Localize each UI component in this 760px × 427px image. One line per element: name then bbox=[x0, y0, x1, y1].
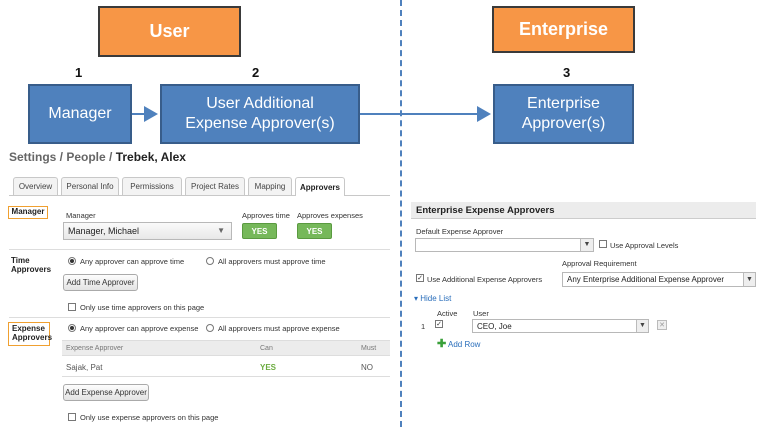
hide-list-link[interactable]: ▾ Hide List bbox=[414, 294, 451, 303]
add-expense-approver-button[interactable]: Add Expense Approver bbox=[63, 384, 149, 401]
use-additional-approvers-checkbox[interactable]: ✓ bbox=[416, 274, 424, 282]
expense-any-radio[interactable] bbox=[68, 324, 76, 332]
row-index: 1 bbox=[421, 322, 426, 331]
approver-name: Sajak, Pat bbox=[66, 363, 103, 372]
approval-requirement-select[interactable]: Any Enterprise Additional Expense Approv… bbox=[562, 272, 756, 287]
add-time-approver-button[interactable]: Add Time Approver bbox=[63, 274, 138, 291]
approves-expenses-label: Approves expenses bbox=[297, 211, 363, 220]
only-time-approvers-checkbox[interactable] bbox=[68, 303, 76, 311]
delete-row-icon[interactable]: ✕ bbox=[657, 320, 667, 330]
add-row-link[interactable]: ✚ Add Row bbox=[437, 337, 480, 350]
use-approval-levels-checkbox[interactable] bbox=[599, 240, 607, 248]
time-approvers-label: Time Approvers bbox=[11, 256, 52, 274]
divider bbox=[9, 317, 390, 318]
manager-field-label: Manager bbox=[66, 211, 96, 220]
manager-section-label: Manager bbox=[8, 206, 48, 219]
caret-down-icon: ▾ bbox=[414, 294, 419, 303]
chevron-down-icon: ▼ bbox=[636, 320, 648, 332]
chevron-down-icon: ▼ bbox=[580, 239, 593, 251]
use-approval-levels-label: Use Approval Levels bbox=[610, 241, 679, 250]
table-row[interactable]: Sajak, Pat YES NO bbox=[62, 357, 390, 377]
approves-expenses-toggle[interactable]: YES bbox=[297, 223, 332, 239]
can-value: YES bbox=[260, 363, 277, 372]
expense-all-label: All approvers must approve expense bbox=[218, 324, 340, 333]
time-any-label: Any approver can approve time bbox=[80, 257, 185, 266]
plus-icon: ✚ bbox=[437, 338, 447, 350]
expense-approvers-section-label: Expense Approvers bbox=[8, 322, 52, 346]
divider bbox=[9, 249, 390, 250]
only-expense-approvers-checkbox[interactable] bbox=[68, 413, 76, 421]
approves-time-label: Approves time bbox=[242, 211, 290, 220]
col-expense-approver: Expense Approver bbox=[66, 345, 124, 352]
tab-approvers[interactable]: Approvers bbox=[295, 177, 345, 196]
time-any-radio[interactable] bbox=[68, 257, 76, 265]
enterprise-panel-title: Enterprise Expense Approvers bbox=[416, 205, 555, 216]
expense-all-radio[interactable] bbox=[206, 324, 214, 332]
time-all-label: All approvers must approve time bbox=[218, 257, 326, 266]
col-must: Must bbox=[361, 345, 377, 352]
default-approver-select[interactable]: ▼ bbox=[415, 238, 594, 252]
active-checkbox[interactable]: ✓ bbox=[435, 320, 443, 328]
breadcrumb-current: Trebek, Alex bbox=[115, 150, 186, 164]
breadcrumb: Settings / People / Trebek, Alex bbox=[9, 150, 186, 164]
time-all-radio[interactable] bbox=[206, 257, 214, 265]
manager-select[interactable]: Manager, Michael ▼ bbox=[63, 222, 232, 240]
tab-permissions[interactable]: Permissions bbox=[122, 177, 182, 195]
user-enterprise-divider bbox=[400, 0, 402, 427]
enterprise-panel-header: Enterprise Expense Approvers bbox=[411, 202, 756, 219]
user-select[interactable]: CEO, Joe ▼ bbox=[472, 319, 649, 333]
default-approver-label: Default Expense Approver bbox=[416, 227, 504, 236]
chevron-down-icon: ▼ bbox=[743, 273, 755, 286]
only-time-approvers-label: Only use time approvers on this page bbox=[80, 303, 205, 312]
approval-requirement-label: Approval Requirement bbox=[562, 259, 637, 268]
breadcrumb-path[interactable]: Settings / People / bbox=[9, 150, 116, 164]
col-active: Active bbox=[437, 309, 458, 318]
col-can: Can bbox=[260, 345, 273, 352]
only-expense-approvers-label: Only use expense approvers on this page bbox=[80, 413, 219, 422]
tab-personal-info[interactable]: Personal Info bbox=[61, 177, 119, 195]
must-value: NO bbox=[361, 363, 373, 372]
chevron-down-icon: ▼ bbox=[217, 226, 225, 235]
tab-mapping[interactable]: Mapping bbox=[248, 177, 292, 195]
use-additional-approvers-label: Use Additional Expense Approvers bbox=[427, 275, 543, 284]
tab-overview[interactable]: Overview bbox=[13, 177, 58, 195]
tab-project-rates[interactable]: Project Rates bbox=[185, 177, 245, 195]
expense-any-label: Any approver can approve expense bbox=[80, 324, 199, 333]
approves-time-toggle[interactable]: YES bbox=[242, 223, 277, 239]
diagram-arrows bbox=[132, 106, 491, 122]
col-user: User bbox=[473, 309, 489, 318]
